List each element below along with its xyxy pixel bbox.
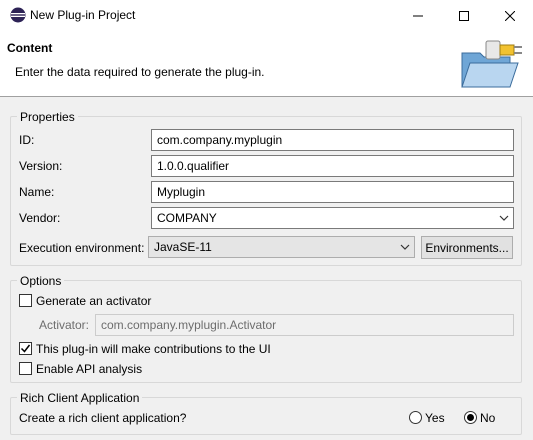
radio-selected-dot — [467, 414, 474, 421]
minimize-icon — [413, 15, 423, 16]
close-icon — [505, 10, 515, 21]
generate-activator-checkbox[interactable] — [19, 294, 32, 307]
eclipse-logo-icon — [10, 7, 26, 23]
api-analysis-checkbox[interactable] — [19, 362, 32, 375]
plugin-folder-icon — [461, 40, 522, 88]
options-group-label: Options — [17, 274, 65, 288]
id-label: ID: — [19, 133, 35, 147]
wizard-header: Content Enter the data required to gener… — [0, 31, 533, 97]
chevron-down-icon — [499, 215, 509, 221]
environments-button[interactable]: Environments... — [421, 236, 513, 259]
rich-client-no-label[interactable]: No — [480, 411, 495, 425]
name-label: Name: — [19, 185, 55, 199]
version-field[interactable]: 1.0.0.qualifier — [151, 155, 514, 177]
minimize-button[interactable] — [395, 0, 441, 31]
rich-client-yes-radio[interactable] — [409, 411, 422, 424]
generate-activator-label[interactable]: Generate an activator — [36, 294, 151, 308]
name-field[interactable]: Myplugin — [151, 181, 514, 203]
version-label: Version: — [19, 159, 63, 173]
maximize-button[interactable] — [441, 0, 487, 31]
chevron-down-icon — [400, 244, 410, 250]
page-description: Enter the data required to generate the … — [15, 65, 265, 79]
checkmark-icon — [20, 344, 31, 353]
rich-client-no-radio[interactable] — [464, 411, 477, 424]
maximize-icon — [459, 10, 469, 21]
properties-group-label: Properties — [17, 110, 78, 124]
vendor-value: COMPANY — [157, 211, 217, 225]
vendor-label: Vendor: — [19, 211, 61, 225]
activator-field[interactable]: com.company.myplugin.Activator — [95, 314, 514, 336]
api-analysis-label[interactable]: Enable API analysis — [36, 362, 142, 376]
rich-client-question: Create a rich client application? — [19, 411, 187, 425]
ui-contributions-label[interactable]: This plug-in will make contributions to … — [36, 342, 271, 356]
ui-contributions-checkbox[interactable] — [19, 342, 32, 355]
execution-environment-value: JavaSE-11 — [154, 240, 212, 254]
id-field[interactable]: com.company.myplugin — [151, 129, 514, 151]
page-title: Content — [7, 41, 53, 55]
vendor-combo[interactable]: COMPANY — [151, 207, 514, 229]
execution-environment-label: Execution environment: — [19, 241, 145, 255]
window-title: New Plug-in Project — [30, 8, 136, 22]
rich-client-yes-label[interactable]: Yes — [425, 411, 445, 425]
rich-client-group-label: Rich Client Application — [17, 391, 143, 405]
execution-environment-combo[interactable]: JavaSE-11 — [148, 236, 415, 258]
close-button[interactable] — [487, 0, 533, 31]
activator-label: Activator: — [39, 318, 90, 332]
title-bar: New Plug-in Project — [0, 0, 533, 31]
